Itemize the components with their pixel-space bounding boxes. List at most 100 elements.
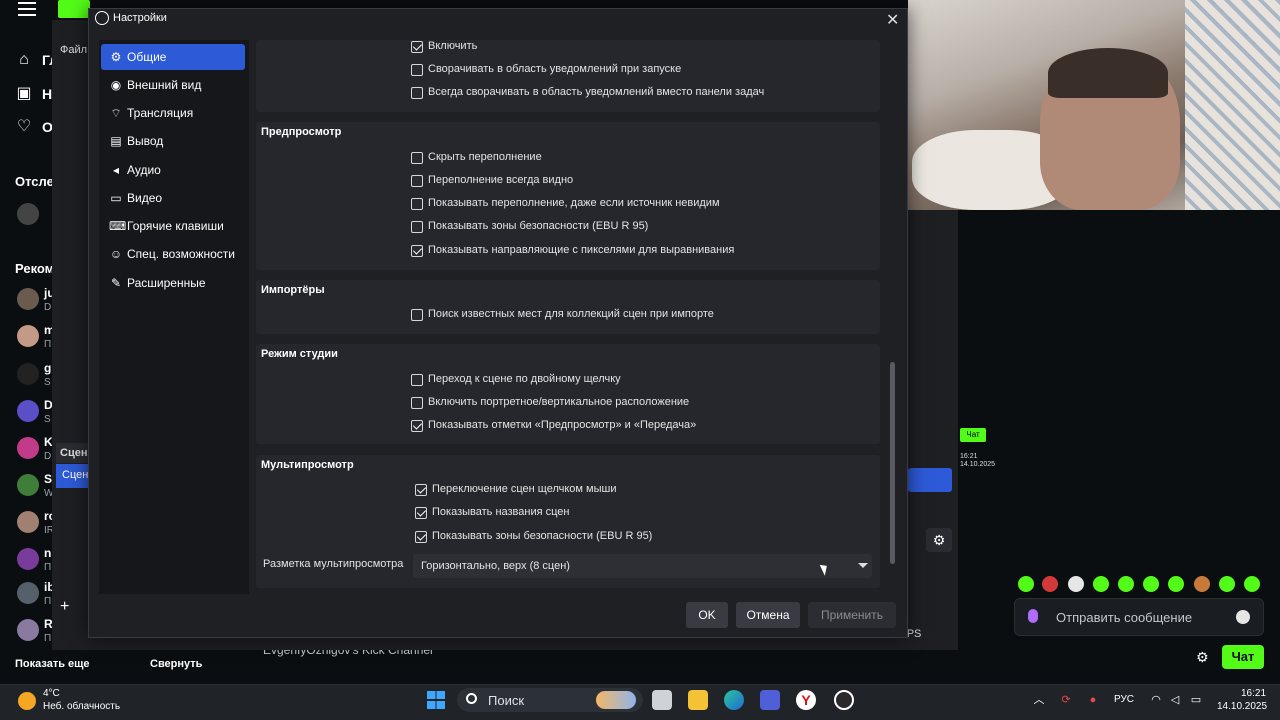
home-icon[interactable]: ⌂ bbox=[14, 50, 34, 70]
taskbar-time[interactable]: 16:21 bbox=[1241, 688, 1266, 699]
emote-icon[interactable] bbox=[1068, 576, 1084, 592]
file-explorer-icon[interactable] bbox=[688, 690, 708, 710]
nav-item-hotkeys[interactable]: ⌨ Горячие клавиши bbox=[101, 213, 245, 239]
volume-icon[interactable]: ◁ bbox=[1168, 693, 1182, 707]
nav-browse-label[interactable]: Н bbox=[42, 86, 52, 102]
gear-icon[interactable]: ⚙ bbox=[926, 528, 952, 552]
heart-icon[interactable]: ♡ bbox=[14, 117, 34, 137]
cancel-button[interactable]: Отмена bbox=[736, 602, 800, 628]
output-icon: ▤ bbox=[110, 134, 122, 148]
emote-icon[interactable] bbox=[1143, 576, 1159, 592]
avatar[interactable] bbox=[17, 437, 39, 459]
checkbox-box[interactable] bbox=[411, 87, 423, 99]
avatar[interactable] bbox=[17, 474, 39, 496]
menu-icon[interactable] bbox=[18, 2, 36, 16]
language-indicator[interactable]: РУС bbox=[1114, 694, 1134, 705]
channel-name[interactable]: g bbox=[44, 361, 51, 375]
avatar[interactable] bbox=[17, 582, 39, 604]
add-scene-icon[interactable]: + bbox=[60, 598, 69, 616]
emote-icon[interactable] bbox=[1219, 576, 1235, 592]
avatar[interactable] bbox=[17, 548, 39, 570]
battery-icon[interactable]: ▭ bbox=[1189, 693, 1203, 707]
emote-icon[interactable] bbox=[1118, 576, 1134, 592]
nav-item-output[interactable]: ▤ Вывод bbox=[101, 128, 245, 154]
chevron-down-icon[interactable] bbox=[858, 563, 868, 568]
nav-item-video[interactable]: ▭ Видео bbox=[101, 185, 245, 211]
store-icon[interactable] bbox=[760, 690, 780, 710]
edge-icon[interactable] bbox=[724, 690, 744, 710]
checkbox-box[interactable] bbox=[411, 420, 423, 432]
checkbox-box[interactable] bbox=[415, 531, 427, 543]
avatar[interactable] bbox=[17, 511, 39, 533]
checkbox-box[interactable] bbox=[415, 507, 427, 519]
search-icon bbox=[466, 693, 477, 704]
checkbox-box[interactable] bbox=[411, 245, 423, 257]
yandex-browser-icon[interactable]: Y bbox=[796, 690, 816, 710]
browse-icon[interactable]: ▣ bbox=[14, 84, 34, 104]
webcam-person-hair bbox=[1048, 48, 1168, 98]
wifi-icon[interactable]: ◠ bbox=[1149, 693, 1163, 707]
task-view-icon[interactable] bbox=[652, 690, 672, 710]
obs-side-button[interactable] bbox=[908, 468, 952, 492]
checkbox-box[interactable] bbox=[411, 374, 423, 386]
obs-file-menu[interactable]: Файл bbox=[60, 44, 87, 56]
close-icon[interactable]: ✕ bbox=[886, 10, 899, 30]
chat-settings-icon[interactable]: ⚙ bbox=[1196, 650, 1210, 664]
channel-name[interactable]: n bbox=[44, 546, 51, 560]
nav-item-stream[interactable]: ⌔ Трансляция bbox=[101, 100, 245, 126]
ok-button[interactable]: OK bbox=[686, 602, 728, 628]
obs-scene-item[interactable]: Сцен bbox=[56, 464, 92, 488]
weather-temp[interactable]: 4°C bbox=[43, 688, 60, 699]
obs-taskbar-icon[interactable] bbox=[834, 690, 854, 710]
checkbox-box[interactable] bbox=[411, 152, 423, 164]
keyboard-icon: ⌨ bbox=[109, 219, 127, 233]
emote-icon[interactable] bbox=[1168, 576, 1184, 592]
avatar[interactable] bbox=[17, 288, 39, 310]
nav-item-audio[interactable]: ◂ Аудио bbox=[101, 157, 245, 183]
search-highlight-icon[interactable] bbox=[596, 691, 636, 709]
kick-logo[interactable] bbox=[58, 0, 90, 18]
checkbox-box[interactable] bbox=[411, 41, 423, 53]
avatar[interactable] bbox=[17, 619, 39, 641]
windows-start-icon[interactable] bbox=[427, 691, 445, 709]
checkbox-box[interactable] bbox=[411, 175, 423, 187]
obs-logo-icon bbox=[95, 11, 109, 25]
show-more-link[interactable]: Показать еще bbox=[15, 658, 90, 670]
avatar[interactable] bbox=[17, 325, 39, 347]
emoji-icon[interactable] bbox=[1236, 610, 1250, 624]
scrollbar-thumb[interactable] bbox=[890, 362, 895, 564]
refresh-icon[interactable]: ⟳ bbox=[1059, 693, 1073, 707]
weather-icon[interactable] bbox=[18, 692, 36, 710]
chat-send-button[interactable]: Чат bbox=[1222, 645, 1264, 669]
checkbox-box[interactable] bbox=[411, 309, 423, 321]
checkbox-box[interactable] bbox=[411, 64, 423, 76]
avatar[interactable] bbox=[17, 400, 39, 422]
taskbar-date[interactable]: 14.10.2025 bbox=[1217, 701, 1267, 712]
tray-chevron-icon[interactable]: ︿ bbox=[1032, 693, 1046, 707]
checkbox-box[interactable] bbox=[415, 484, 427, 496]
weather-desc[interactable]: Неб. облачность bbox=[43, 701, 120, 712]
mic-icon[interactable] bbox=[1028, 609, 1038, 623]
channel-name[interactable]: S bbox=[44, 472, 52, 486]
channel-category: П bbox=[44, 633, 52, 644]
nav-item-label: Аудио bbox=[127, 163, 161, 177]
checkbox-box[interactable] bbox=[411, 221, 423, 233]
avatar[interactable] bbox=[17, 203, 39, 225]
mic-tray-icon[interactable]: ● bbox=[1086, 693, 1100, 707]
apply-button[interactable]: Применить bbox=[808, 602, 896, 628]
nav-item-advanced[interactable]: ✎ Расширенные bbox=[101, 270, 245, 296]
emote-icon[interactable] bbox=[1194, 576, 1210, 592]
nav-item-appearance[interactable]: ◉ Внешний вид bbox=[101, 72, 245, 98]
checkbox-box[interactable] bbox=[411, 397, 423, 409]
chat-small-button[interactable]: Чат bbox=[960, 428, 986, 442]
emote-icon[interactable] bbox=[1018, 576, 1034, 592]
studio-group-title: Режим студии bbox=[261, 348, 338, 360]
collapse-link[interactable]: Свернуть bbox=[150, 658, 202, 670]
emote-icon[interactable] bbox=[1244, 576, 1260, 592]
emote-icon[interactable] bbox=[1093, 576, 1109, 592]
nav-item-general[interactable]: ⚙ Общие bbox=[101, 44, 245, 70]
avatar[interactable] bbox=[17, 363, 39, 385]
emote-icon[interactable] bbox=[1042, 576, 1058, 592]
checkbox-box[interactable] bbox=[411, 198, 423, 210]
nav-item-accessibility[interactable]: ☺ Спец. возможности bbox=[101, 241, 245, 267]
